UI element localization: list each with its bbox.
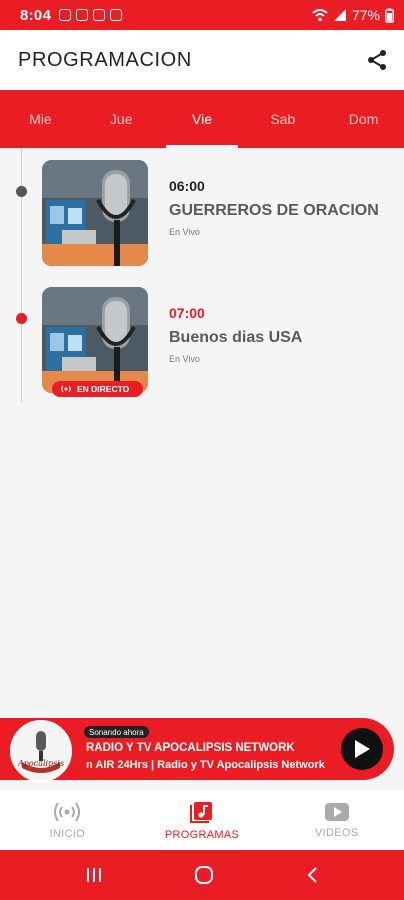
voicemail-icon — [76, 9, 89, 21]
back-icon[interactable] — [305, 866, 319, 884]
page-title: PROGRAMACION — [18, 48, 192, 71]
signal-icon — [333, 9, 346, 21]
app-bar: PROGRAMACION — [0, 30, 404, 90]
radio-waves-icon — [54, 801, 81, 822]
program-time: 07:00 — [169, 305, 205, 321]
station-name: RADIO Y TV APOCALIPSIS NETWORK — [86, 742, 295, 754]
tab-dom[interactable]: Dom — [323, 90, 404, 148]
program-thumbnail — [42, 160, 148, 266]
tab-sab[interactable]: Sab — [242, 90, 323, 148]
live-badge: EN DIRECTO — [52, 381, 144, 397]
nav-label: PROGRAMAS — [164, 828, 240, 841]
program-timeline: 06:00 GUERREROS DE ORACION En Vivo EN DI… — [0, 148, 404, 720]
nav-label: VIDEOS — [314, 826, 359, 839]
share-button[interactable] — [364, 47, 390, 73]
live-badge-label: EN DIRECTO — [77, 384, 130, 394]
broadcast-icon — [61, 385, 71, 393]
bag-icon — [110, 9, 123, 21]
program-name: Buenos dias USA — [169, 329, 303, 346]
play-icon — [355, 740, 370, 758]
share-icon — [368, 50, 386, 70]
day-tabs: Mie Jue Vie Sab Dom — [0, 90, 404, 148]
bottom-navigation: INICIO PROGRAMAS VIDEOS — [0, 790, 404, 850]
nav-programas[interactable]: PROGRAMAS — [135, 790, 270, 850]
status-right: 77% — [312, 7, 394, 23]
tab-vie[interactable]: Vie — [162, 90, 243, 148]
timeline-dot — [16, 186, 27, 197]
mini-player[interactable]: Apocalipsis Sonando ahora RADIO Y TV APO… — [0, 718, 394, 782]
battery-percent: 77% — [351, 7, 380, 23]
program-subtitle: En Vivo — [169, 354, 200, 364]
program-thumbnail — [42, 287, 148, 393]
image-icon — [93, 9, 106, 21]
now-playing-badge: Sonando ahora — [84, 726, 149, 738]
battery-icon — [385, 8, 394, 23]
home-icon[interactable] — [194, 865, 214, 885]
tab-label: Dom — [348, 111, 379, 127]
program-subtitle: En Vivo — [169, 227, 200, 237]
music-note-icon — [190, 801, 212, 823]
station-logo: Apocalipsis — [10, 720, 72, 782]
wifi-icon — [312, 9, 328, 22]
ticker-text: n AIR 24Hrs | Radio y TV Apocalipsis Net… — [86, 759, 325, 771]
tab-label: Vie — [192, 111, 212, 127]
program-time: 06:00 — [169, 178, 205, 194]
svg-text:Apocalipsis: Apocalipsis — [17, 759, 64, 768]
system-navigation-bar — [0, 850, 404, 900]
notification-icon — [59, 9, 72, 21]
tab-jue[interactable]: Jue — [81, 90, 162, 148]
nav-label: INICIO — [49, 827, 86, 840]
notification-icons — [59, 9, 123, 21]
program-item[interactable]: 06:00 GUERREROS DE ORACION En Vivo — [0, 160, 404, 272]
nav-inicio[interactable]: INICIO — [0, 790, 135, 850]
nav-videos[interactable]: VIDEOS — [269, 790, 404, 850]
program-name: GUERREROS DE ORACION — [169, 202, 379, 219]
tab-label: Jue — [109, 111, 133, 127]
timeline-dot-live — [16, 313, 27, 324]
play-button[interactable] — [341, 728, 383, 770]
recent-apps-icon[interactable] — [85, 867, 103, 883]
now-playing-ticker: n AIR 24Hrs | Radio y TV Apocalipsis Net… — [86, 759, 326, 771]
status-bar: 8:04 77% — [0, 0, 404, 30]
status-time: 8:04 — [20, 6, 52, 24]
video-play-icon — [324, 802, 349, 821]
program-item-live[interactable]: EN DIRECTO 07:00 Buenos dias USA En Vivo — [0, 287, 404, 399]
tab-mie[interactable]: Mie — [0, 90, 81, 148]
tab-label: Mie — [29, 111, 52, 127]
tab-label: Sab — [270, 111, 296, 127]
